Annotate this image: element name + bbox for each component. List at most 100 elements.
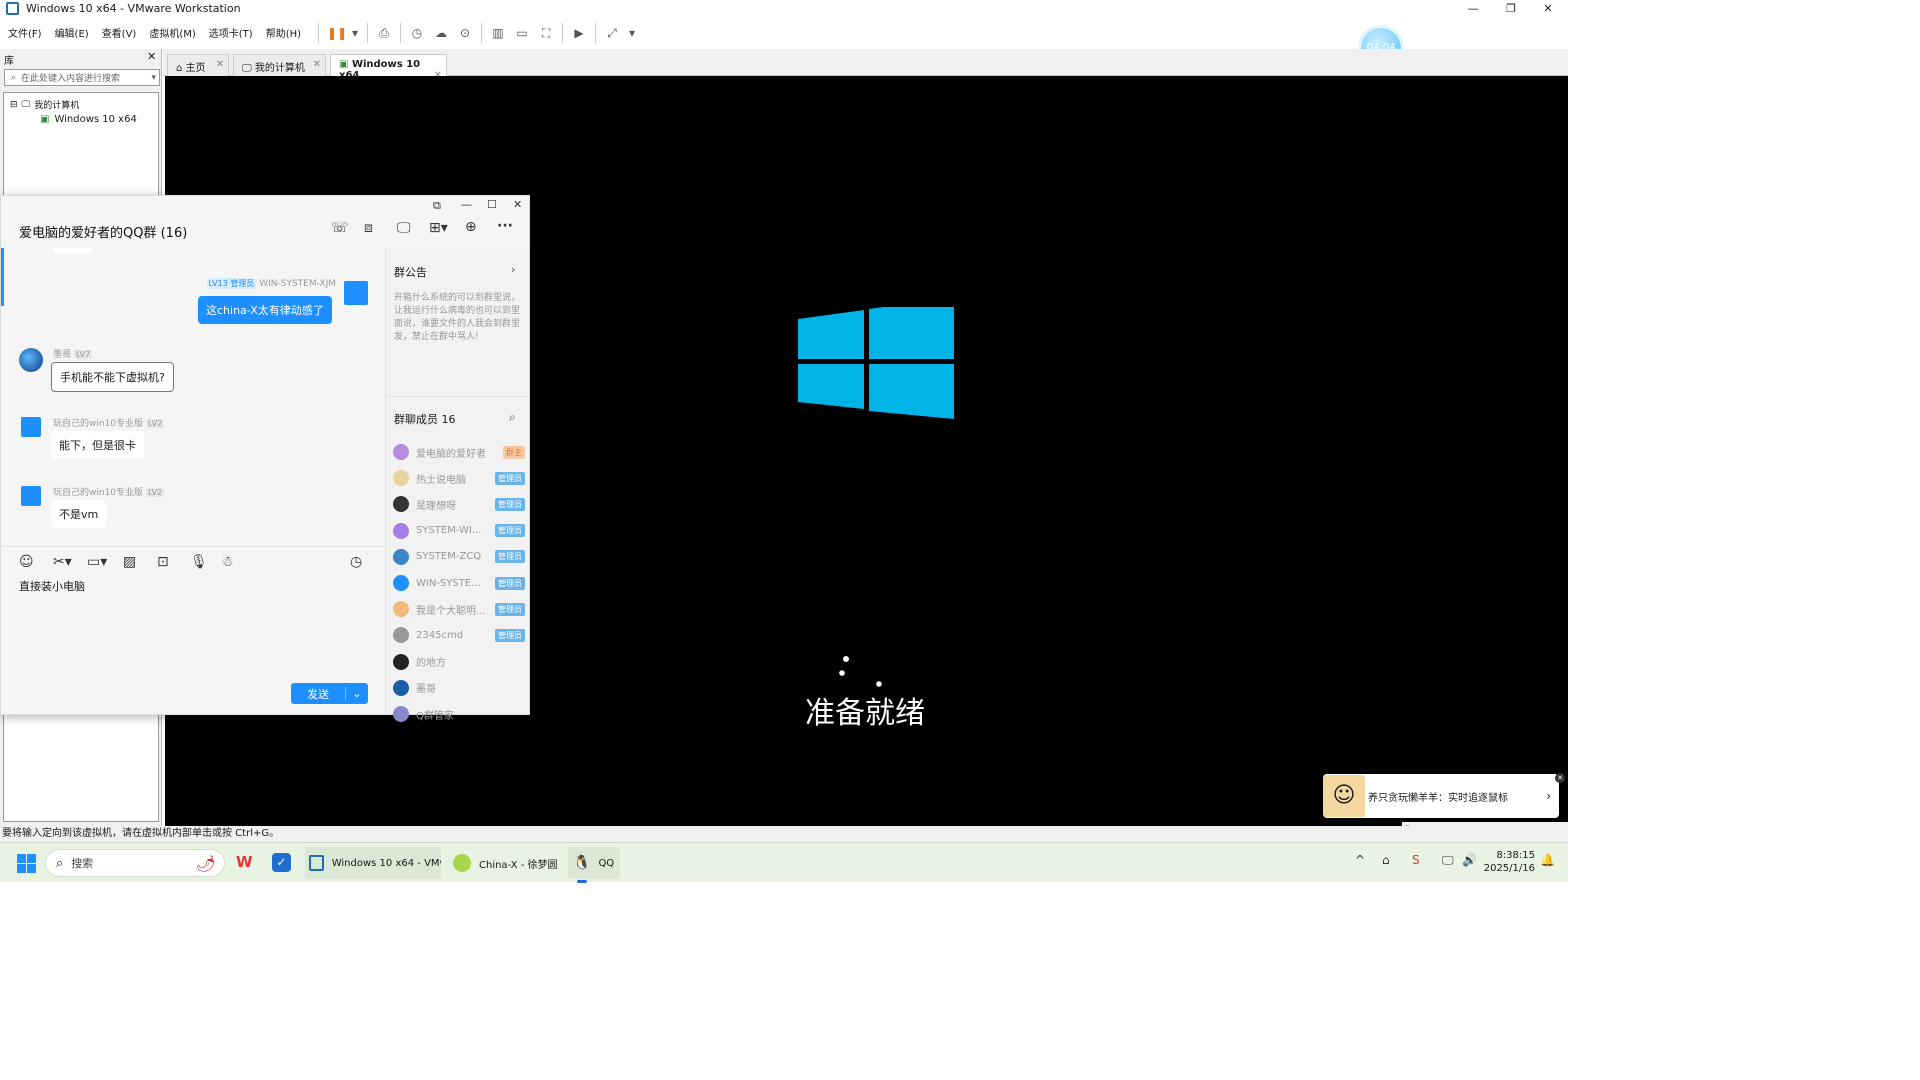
chevron-right-icon[interactable]: ›	[511, 263, 515, 276]
menu-vm[interactable]: 虚拟机(M)	[149, 25, 195, 40]
red-packet-icon[interactable]: ⊡	[157, 554, 169, 570]
app-icon[interactable]: ✓	[272, 853, 291, 872]
menu-view[interactable]: 查看(V)	[102, 25, 137, 40]
wps-icon[interactable]: W	[236, 853, 253, 871]
search-icon[interactable]: ⌕	[509, 410, 516, 425]
message-bubble[interactable]: 不是vm	[51, 500, 107, 528]
pin-icon[interactable]: ⧉	[433, 199, 441, 213]
toolbar-divider	[595, 22, 597, 43]
volume-icon[interactable]: 🔊	[1462, 853, 1477, 867]
console-icon[interactable]: ▶	[571, 25, 587, 41]
sogou-tray-icon[interactable]: S	[1412, 853, 1420, 867]
screen-share-icon[interactable]: 🖵	[397, 220, 411, 236]
tree-item-my-computer[interactable]: ⊟ 🖵 我的计算机	[10, 98, 79, 112]
stretch-icon[interactable]: ⤢	[604, 25, 620, 41]
taskbar-search[interactable]: ⌕ 搜索 🌶	[45, 849, 225, 877]
dropdown-arrow-icon[interactable]: ▾	[151, 73, 156, 83]
robot-icon[interactable]: ☃	[221, 554, 234, 570]
chevron-down-icon[interactable]: ⌄	[346, 687, 368, 700]
collapse-icon[interactable]: ⊟	[10, 100, 18, 110]
start-icon[interactable]	[17, 854, 36, 873]
pause-icon[interactable]: ❚❚	[327, 25, 347, 41]
microphone-icon[interactable]: 🎙	[190, 554, 208, 570]
message-area[interactable]: LV13 管理员 WIN-SYSTEM-XJM 这china-X太有律动感了 墨…	[1, 248, 384, 546]
member-item[interactable]: 墨哥	[393, 678, 525, 698]
taskbar-app-music[interactable]: China-X - 徐梦圆	[453, 847, 561, 879]
member-item[interactable]: WIN-SYSTE... 管理员	[393, 573, 525, 593]
add-icon[interactable]: ⊕	[465, 219, 477, 235]
message-bubble[interactable]: 能下，但是很卡	[51, 431, 144, 459]
library-search[interactable]: ⌕ 在此处键入内容进行搜索 ▾	[4, 69, 160, 86]
send-keys-icon[interactable]: ⎙	[376, 25, 392, 41]
close-icon[interactable]: ✕	[216, 59, 224, 70]
thumbnail-icon[interactable]: ▭	[514, 25, 530, 41]
notification-bell-icon[interactable]: 🔔	[1540, 853, 1555, 867]
message-bubble[interactable]: 这china-X太有律动感了	[198, 296, 332, 324]
message-sender: 玩自己的win10专业版 LV2	[53, 416, 165, 429]
member-item[interactable]: SYSTEM-ZCQ 管理员	[393, 547, 525, 567]
taskbar-app-qq[interactable]: 🐧 QQ	[568, 847, 620, 879]
scissors-icon[interactable]: ✂▾	[53, 554, 72, 570]
apps-icon[interactable]: ⊞▾	[429, 220, 448, 236]
tab-home[interactable]: ⌂ 主页 ✕	[167, 54, 229, 76]
menu-help[interactable]: 帮助(H)	[266, 25, 301, 40]
notice-title[interactable]: 群公告	[394, 264, 427, 280]
member-item[interactable]: 爱电脑的爱好者 群主	[393, 442, 525, 462]
menu-file[interactable]: 文件(F)	[8, 25, 42, 40]
clock[interactable]: 8:38:15 2025/1/16	[1480, 849, 1535, 875]
image-icon[interactable]: ▨	[123, 554, 136, 570]
tab-my-computer[interactable]: 🖵 我的计算机 ✕	[233, 54, 326, 76]
message-input[interactable]: 直接装小电脑	[19, 578, 379, 594]
phone-icon[interactable]: ☏	[331, 220, 349, 236]
member-item[interactable]: Q群管家	[393, 704, 525, 724]
revert-snapshot-icon[interactable]: ☁	[433, 25, 449, 41]
close-icon[interactable]: ✕	[1555, 773, 1565, 783]
library-close-icon[interactable]: ✕	[147, 50, 156, 63]
member-item[interactable]: 我是个大聪明... 管理员	[393, 599, 525, 619]
library-search-input[interactable]: 在此处键入内容进行搜索	[21, 71, 120, 84]
menu-tabs[interactable]: 选项卡(T)	[209, 25, 253, 40]
member-avatar	[393, 653, 409, 670]
restore-button[interactable]: ❐	[1491, 0, 1531, 17]
chevron-up-icon[interactable]: ^	[1355, 853, 1365, 867]
member-item[interactable]: 热土说电脑 管理员	[393, 468, 525, 488]
folder-icon[interactable]: ▭▾	[87, 554, 107, 570]
minimize-button[interactable]: —	[1453, 0, 1493, 17]
avatar[interactable]	[19, 348, 43, 372]
menu-edit[interactable]: 编辑(E)	[55, 25, 89, 40]
fullscreen-icon[interactable]: ⛶	[538, 25, 554, 41]
chevron-right-icon[interactable]: ›	[1546, 789, 1551, 803]
status-bar: 要将输入定向到该虚拟机，请在虚拟机内部单击或按 Ctrl+G。	[0, 826, 1568, 842]
close-window-button[interactable]: ✕	[1528, 0, 1568, 17]
snapshot-manager-icon[interactable]: ⊙	[457, 25, 473, 41]
member-item[interactable]: 是理想呀 管理员	[393, 494, 525, 514]
member-item[interactable]: 的地方	[393, 652, 525, 672]
avatar[interactable]	[344, 281, 368, 305]
tree-item-windows10[interactable]: ▣ Windows 10 x64	[40, 114, 137, 125]
member-item[interactable]: SYSTEM-WI... 管理员	[393, 521, 525, 541]
avatar[interactable]	[21, 417, 41, 437]
maximize-icon[interactable]: ☐	[487, 198, 497, 211]
pet-notification[interactable]: ☺ 养只贪玩懒羊羊：实时追逐鼠标 ›	[1323, 774, 1559, 818]
snapshot-icon[interactable]: ◷	[409, 25, 425, 41]
video-call-icon[interactable]: ⧈	[364, 220, 373, 236]
close-icon[interactable]: ✕	[513, 198, 522, 211]
member-avatar	[393, 706, 409, 722]
taskbar-app-vmware[interactable]: Windows 10 x64 - VMwa	[305, 847, 441, 879]
sidebar-toggle-icon[interactable]: ▥	[490, 25, 506, 41]
display-icon[interactable]: 🖵	[1442, 853, 1454, 868]
message-bubble[interactable]: 手机能不能下虚拟机?	[51, 362, 174, 392]
member-item[interactable]: 2345cmd 管理员	[393, 625, 525, 645]
network-icon[interactable]: ⌂	[1382, 853, 1390, 867]
taskbar: ⌕ 搜索 🌶 W ✓ Windows 10 x64 - VMwa China-X…	[0, 842, 1568, 883]
emoji-icon[interactable]: ☺	[19, 554, 34, 570]
tab-windows10[interactable]: ▣ Windows 10 x64✕	[330, 54, 447, 81]
avatar[interactable]	[21, 486, 41, 506]
close-icon[interactable]: ✕	[313, 59, 321, 70]
minimize-icon[interactable]: —	[461, 198, 472, 211]
more-icon[interactable]: ···	[497, 218, 513, 234]
send-button[interactable]: 发送 ⌄	[291, 683, 368, 704]
history-icon[interactable]: ◷	[350, 554, 362, 570]
dropdown-arrow-icon[interactable]: ▾	[628, 25, 636, 41]
dropdown-arrow-icon[interactable]: ▾	[351, 25, 359, 41]
